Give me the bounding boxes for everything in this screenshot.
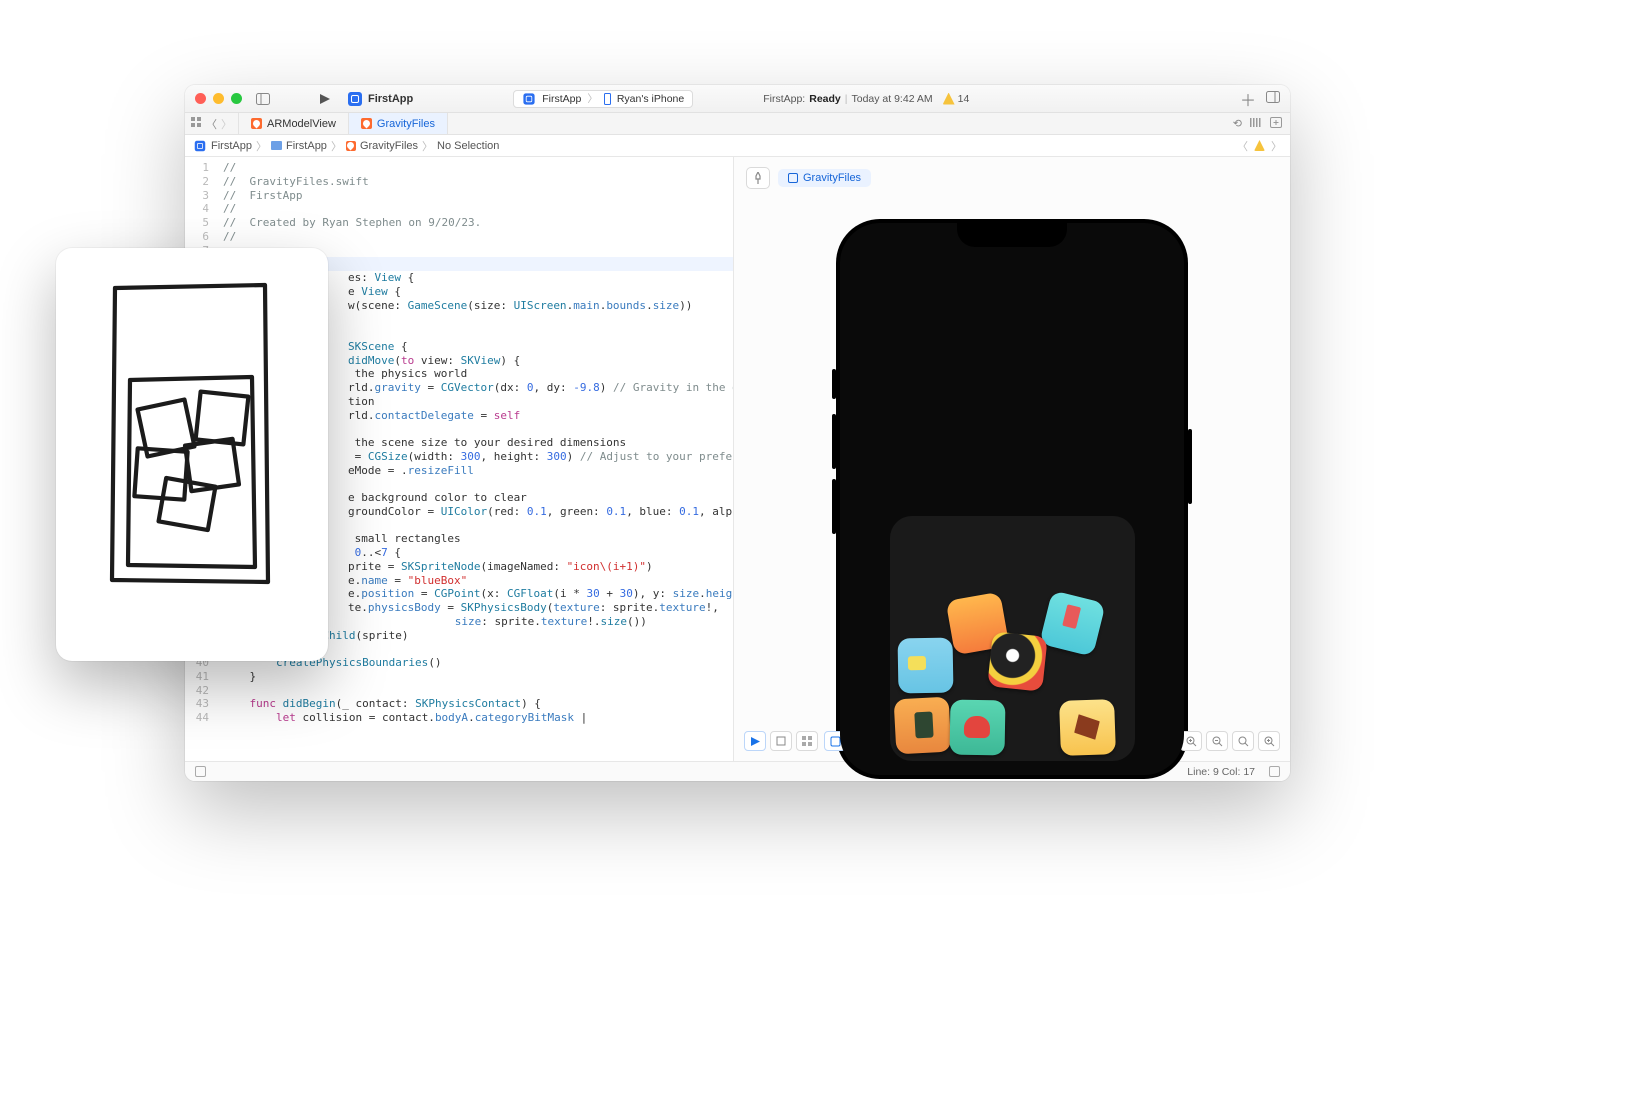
- live-preview-button[interactable]: [744, 731, 766, 751]
- adjust-editor-icon[interactable]: [1250, 117, 1262, 131]
- warning-icon: [1254, 140, 1265, 151]
- minimize-button[interactable]: [213, 93, 224, 104]
- variants-button[interactable]: [796, 731, 818, 751]
- run-button[interactable]: [314, 93, 336, 105]
- sketch-card: [56, 248, 328, 661]
- swift-icon: [251, 118, 262, 129]
- folder-icon: [271, 141, 282, 150]
- zoom-in-button[interactable]: [1258, 731, 1280, 751]
- close-button[interactable]: [195, 93, 206, 104]
- preview-canvas[interactable]: [734, 199, 1290, 779]
- status-app: FirstApp:: [763, 93, 805, 105]
- library-toggle-icon[interactable]: [1266, 91, 1280, 106]
- crumb-1: FirstApp: [211, 140, 252, 152]
- warning-count: 14: [958, 93, 970, 105]
- window-controls: [195, 93, 242, 104]
- preview-pane: GravityFiles: [734, 157, 1290, 761]
- physics-box: [890, 516, 1135, 761]
- chip-label: GravityFiles: [803, 172, 861, 184]
- status-time: Today at 9:42 AM: [851, 93, 932, 105]
- sidebar-toggle-icon[interactable]: [252, 93, 274, 105]
- app-tile: [1059, 699, 1116, 756]
- crumb-3: GravityFiles: [360, 140, 418, 152]
- warnings-indicator[interactable]: 14: [943, 93, 970, 105]
- zoom-out-button[interactable]: [1206, 731, 1228, 751]
- warning-icon: [943, 93, 955, 105]
- crumb-4: No Selection: [437, 140, 499, 152]
- prev-issue-button[interactable]: 〈: [1237, 138, 1248, 154]
- add-editor-icon[interactable]: [1270, 117, 1282, 131]
- refresh-icon[interactable]: ⟲: [1233, 117, 1242, 130]
- pin-button[interactable]: [746, 167, 770, 189]
- phone-icon: [604, 93, 611, 105]
- app-icon: [348, 92, 362, 106]
- related-items-icon[interactable]: [191, 117, 202, 131]
- crumb-2: FirstApp: [286, 140, 327, 152]
- add-button[interactable]: ＋: [1240, 87, 1256, 111]
- phone-frame: [836, 219, 1188, 779]
- scheme-label: FirstApp: [368, 93, 413, 105]
- zoom-button[interactable]: [231, 93, 242, 104]
- app-tile: [987, 631, 1047, 691]
- tab-bar: 〈 〉 ARModelView GravityFiles ⟲: [185, 113, 1290, 135]
- cube-icon: [788, 173, 798, 183]
- target-app: FirstApp: [542, 93, 581, 105]
- target-device: Ryan's iPhone: [617, 93, 684, 105]
- app-tile: [897, 638, 953, 694]
- sketch-drawing: [90, 282, 294, 627]
- phone-side-button: [1188, 429, 1192, 504]
- target-sep: 〉: [587, 91, 598, 106]
- zoom-actual-button[interactable]: [1232, 731, 1254, 751]
- app-tile: [893, 697, 951, 755]
- app-tile: [949, 700, 1005, 756]
- preview-selector-chip[interactable]: GravityFiles: [778, 169, 871, 187]
- swift-icon: [361, 118, 372, 129]
- forward-button[interactable]: 〉: [221, 116, 232, 132]
- next-issue-button[interactable]: 〉: [1271, 138, 1282, 154]
- phone-notch: [957, 219, 1067, 247]
- main-split: 1234567 3738394041424344 // // GravityFi…: [185, 157, 1290, 761]
- status-sep: |: [845, 93, 848, 105]
- tab-gravityfiles[interactable]: GravityFiles: [349, 113, 448, 134]
- tab-armodelview[interactable]: ARModelView: [239, 113, 349, 134]
- app-screen: [856, 481, 1168, 761]
- selectable-preview-button[interactable]: [770, 731, 792, 751]
- activity-status: FirstApp: Ready | Today at 9:42 AM: [763, 93, 932, 105]
- titlebar: FirstApp FirstApp 〉 Ryan's iPhone FirstA…: [185, 85, 1290, 113]
- swift-icon: [346, 141, 356, 151]
- scheme-selector[interactable]: FirstApp: [348, 92, 413, 106]
- app-icon: [524, 93, 535, 104]
- tab-label: ARModelView: [267, 118, 336, 130]
- back-button[interactable]: 〈: [206, 116, 217, 132]
- preview-toolbar: GravityFiles: [734, 157, 1290, 199]
- run-destination[interactable]: FirstApp 〉 Ryan's iPhone: [513, 90, 693, 108]
- status-state: Ready: [809, 93, 841, 105]
- jump-bar[interactable]: FirstApp 〉 FirstApp 〉 GravityFiles 〉 No …: [185, 135, 1290, 157]
- app-icon: [195, 140, 206, 151]
- xcode-window: FirstApp FirstApp 〉 Ryan's iPhone FirstA…: [185, 85, 1290, 781]
- debug-area-toggle[interactable]: [195, 766, 206, 777]
- tab-label: GravityFiles: [377, 118, 435, 130]
- app-tile: [1039, 590, 1106, 657]
